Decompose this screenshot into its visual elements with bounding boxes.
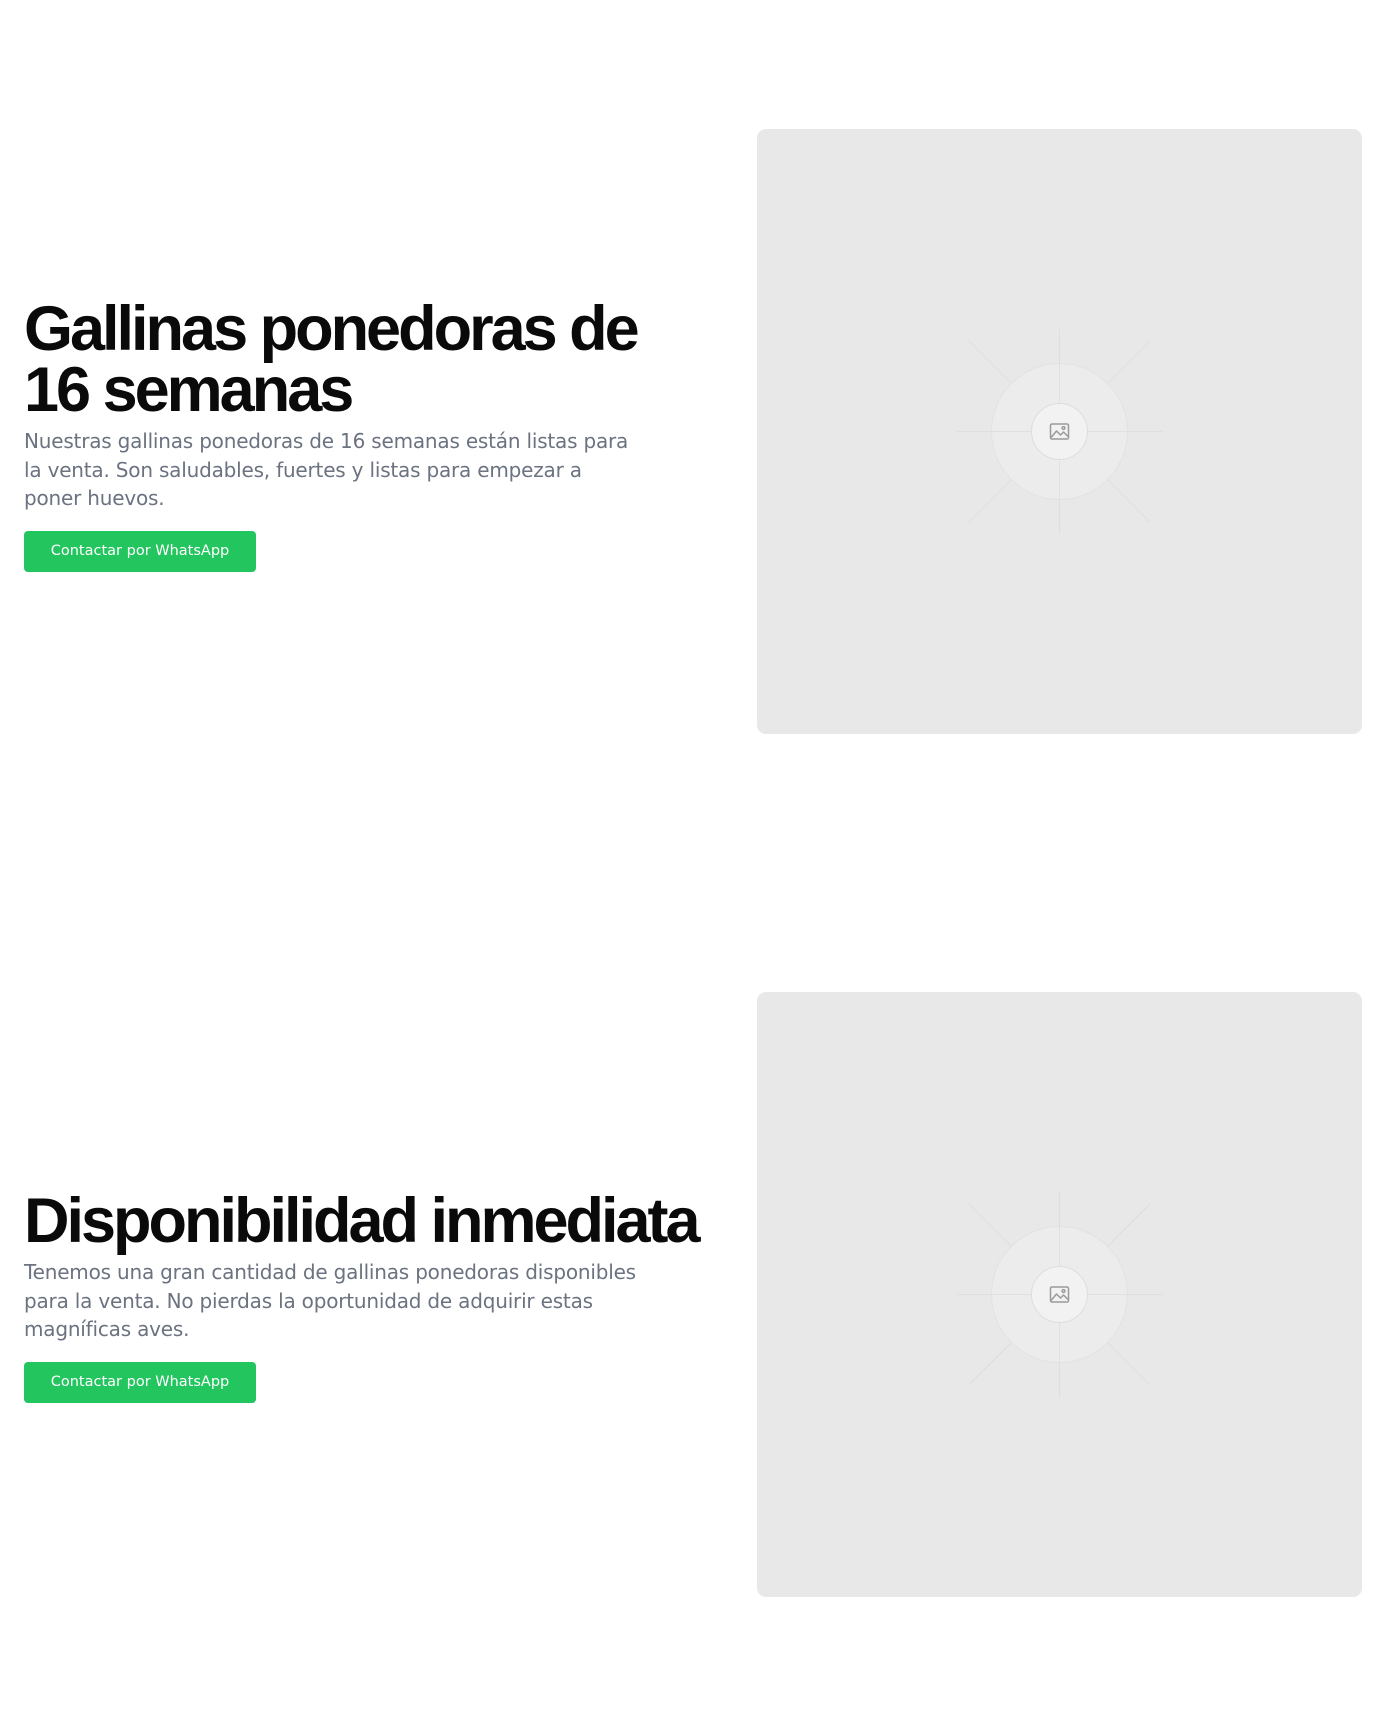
hero-section-2: Disponibilidad inmediata Tenemos una gra… — [0, 992, 1376, 1597]
hero-section-1: Gallinas ponedoras de 16 semanas Nuestra… — [0, 129, 1376, 734]
section-description: Nuestras gallinas ponedoras de 16 semana… — [24, 429, 629, 510]
image-placeholder — [757, 129, 1362, 734]
image-icon — [957, 1192, 1162, 1397]
section-heading: Gallinas ponedoras de 16 semanas — [24, 294, 640, 425]
whatsapp-contact-button[interactable]: Contactar por WhatsApp — [24, 1361, 256, 1403]
section-description: Tenemos una gran cantidad de gallinas po… — [24, 1260, 636, 1341]
hero-text: Gallinas ponedoras de 16 semanas Nuestra… — [24, 294, 704, 572]
image-icon — [957, 329, 1162, 534]
image-placeholder — [757, 992, 1362, 1597]
hero-text: Disponibilidad inmediata Tenemos una gra… — [24, 1186, 704, 1403]
section-heading: Disponibilidad inmediata — [24, 1186, 701, 1256]
whatsapp-contact-button[interactable]: Contactar por WhatsApp — [24, 530, 256, 572]
